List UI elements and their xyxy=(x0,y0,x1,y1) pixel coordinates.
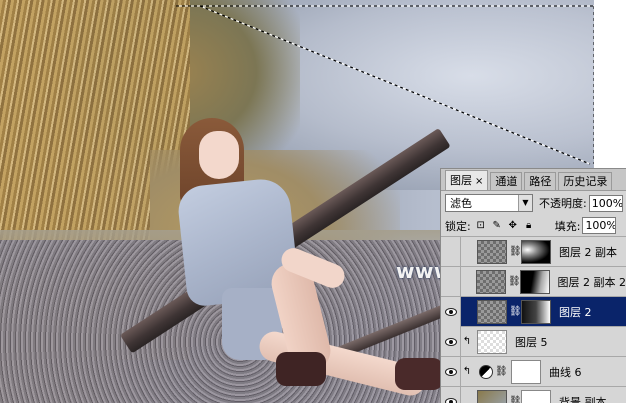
lock-transparent-icon[interactable]: ⊡ xyxy=(475,220,487,232)
lock-all-icon[interactable]: 🔒︎ xyxy=(523,220,535,232)
girl-face xyxy=(199,131,239,179)
canvas-edge xyxy=(594,0,626,168)
tab-history[interactable]: 历史记录 xyxy=(558,172,613,190)
eye-icon xyxy=(444,337,457,346)
eye-icon xyxy=(444,307,457,316)
visibility-toggle[interactable] xyxy=(441,326,461,357)
panel-tabs: 图层 × 通道 路径 历史记录 xyxy=(441,169,626,191)
lock-fill-row: 锁定: ⊡ ✎ ✥ 🔒︎ 填充: 100% xyxy=(441,215,626,237)
layer-row-selected[interactable]: ⛓ 图层 2 xyxy=(441,296,626,327)
layer-mask-thumbnail[interactable] xyxy=(521,239,551,264)
layer-mask-thumbnail[interactable] xyxy=(511,359,541,384)
layer-name: 图层 2 副本 xyxy=(559,245,617,259)
layer-row[interactable]: ↰ ⛓ 曲线 6 xyxy=(441,356,626,387)
eye-icon xyxy=(444,397,457,403)
lock-move-icon[interactable]: ✥ xyxy=(507,220,519,232)
layer-name: 图层 5 xyxy=(515,335,548,349)
tab-label: 历史记录 xyxy=(563,175,608,188)
layer-name: 图层 2 副本 2 xyxy=(557,275,626,289)
girl-boot xyxy=(395,358,443,390)
tab-label: 路径 xyxy=(529,175,552,188)
layer-row[interactable]: ⛓ 图层 2 副本 2 xyxy=(441,266,626,297)
layer-row[interactable]: ↰ 图层 5 xyxy=(441,326,626,357)
layer-thumbnail xyxy=(477,389,507,403)
layer-row[interactable]: ⛓ 背景 副本 xyxy=(441,386,626,403)
girl-boot xyxy=(276,352,326,386)
layers-panel: 图层 × 通道 路径 历史记录 滤色 ▼ 不透明度: 100% 锁定: ⊡ ✎ ✥… xyxy=(440,168,626,403)
eye-icon xyxy=(444,367,457,376)
visibility-toggle[interactable] xyxy=(441,266,461,297)
visibility-toggle[interactable] xyxy=(441,356,461,387)
layer-mask-thumbnail[interactable] xyxy=(521,299,551,324)
link-icon[interactable]: ⛓ xyxy=(509,246,522,257)
layer-name: 背景 副本 xyxy=(559,395,607,403)
lock-label: 锁定: xyxy=(445,219,471,233)
close-icon[interactable]: × xyxy=(475,176,483,187)
layer-thumbnail xyxy=(477,239,507,264)
layer-mask-thumbnail[interactable] xyxy=(521,389,551,403)
layer-name: 图层 2 xyxy=(559,305,592,319)
tab-label: 通道 xyxy=(495,175,518,188)
blend-mode-select[interactable]: 滤色 ▼ xyxy=(445,194,533,212)
tab-paths[interactable]: 路径 xyxy=(524,172,557,190)
layer-thumbnail xyxy=(476,269,506,294)
visibility-toggle[interactable] xyxy=(441,296,461,327)
chevron-down-icon[interactable]: ▼ xyxy=(518,195,532,211)
layer-row[interactable]: ⛓ 图层 2 副本 xyxy=(441,236,626,267)
blend-mode-value: 滤色 xyxy=(450,197,472,210)
layer-name: 曲线 6 xyxy=(549,365,582,379)
blend-opacity-row: 滤色 ▼ 不透明度: 100% xyxy=(441,191,626,215)
layers-list: ⛓ 图层 2 副本 ⛓ 图层 2 副本 2 ⛓ 图层 2 ↰ 图层 5 ↰ ⛓ … xyxy=(441,236,626,403)
fill-input[interactable]: 100% xyxy=(582,217,617,234)
link-icon[interactable]: ⛓ xyxy=(495,366,508,377)
link-icon[interactable]: ⛓ xyxy=(508,276,521,287)
visibility-toggle[interactable] xyxy=(441,236,461,267)
link-icon[interactable]: ⛓ xyxy=(509,396,522,403)
link-icon[interactable]: ⛓ xyxy=(509,306,522,317)
clipping-arrow-icon: ↰ xyxy=(462,336,472,347)
clipping-arrow-icon: ↰ xyxy=(462,366,472,377)
opacity-input[interactable]: 100% xyxy=(588,194,623,212)
visibility-toggle[interactable] xyxy=(441,386,461,403)
tab-channels[interactable]: 通道 xyxy=(490,172,523,190)
fill-label: 填充: xyxy=(554,219,581,233)
lock-paint-icon[interactable]: ✎ xyxy=(491,220,503,232)
opacity-label: 不透明度: xyxy=(539,197,587,210)
layer-thumbnail xyxy=(477,329,507,354)
adjustment-layer-icon xyxy=(479,364,493,379)
tab-label: 图层 xyxy=(450,174,472,187)
layer-thumbnail xyxy=(477,299,507,324)
layer-mask-thumbnail[interactable] xyxy=(519,269,550,294)
tab-layers[interactable]: 图层 × xyxy=(445,170,489,190)
